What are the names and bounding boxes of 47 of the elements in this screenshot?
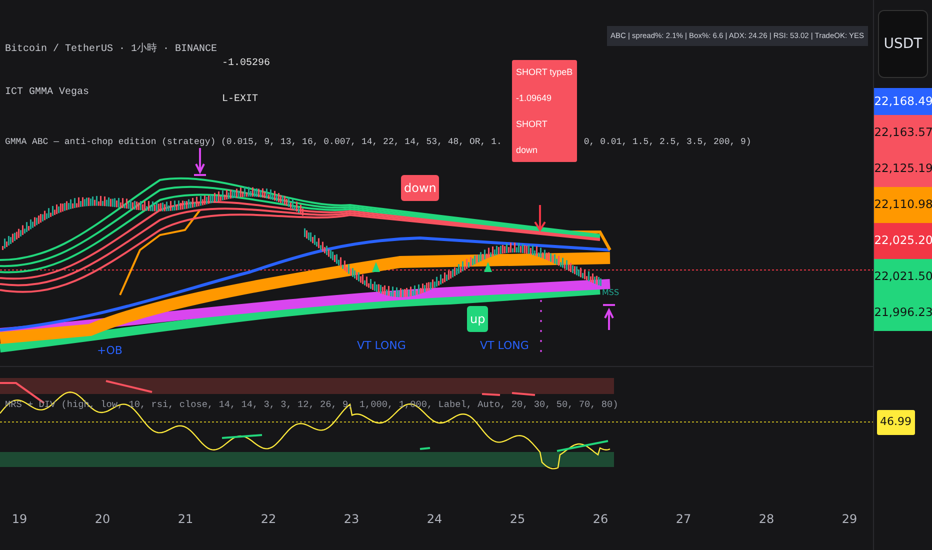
divergence-line (512, 392, 536, 396)
date-label: 23 (342, 511, 360, 528)
price-label: 22,021.50 (874, 259, 932, 295)
chart-label: -1.05296 (222, 57, 270, 71)
currency-button[interactable]: USDT (878, 10, 928, 78)
divergence-line (222, 434, 262, 439)
legend-text: GMMA ABC — anti-chop edition (strategy) (0.015, 9, 13, 16, 0.007, 14, 22, 14, 53, 48, OR, 1. (5, 136, 502, 149)
date-label: 21 (176, 511, 194, 528)
price-label: 22,125.19 (874, 151, 932, 187)
arrow-icon (602, 304, 616, 331)
price-label: 22,110.98 (874, 187, 932, 223)
date-label: 26 (592, 511, 610, 528)
triangle-marker (484, 262, 492, 272)
date-label: 19 (10, 511, 28, 528)
date-label: 27 (674, 511, 692, 528)
date-label: 28 (758, 511, 776, 528)
divergence-line (420, 447, 430, 450)
arrow-icon (534, 204, 546, 232)
triangle-marker (372, 262, 380, 272)
signal-bubble: up (467, 306, 488, 332)
date-label: 22 (260, 511, 278, 528)
signal-text: down (516, 144, 539, 156)
signal-bubble: down (401, 175, 440, 201)
arrow-icon (193, 147, 207, 176)
divergence-line (106, 380, 152, 393)
chart-label: +OB (97, 343, 122, 359)
price-label: 21,996.23 (874, 295, 932, 331)
price-label: 22,025.20 (874, 223, 932, 259)
chart-label: L-EXIT (222, 93, 258, 107)
signal-text: -1.09649 (516, 92, 553, 104)
chart-label: VT LONG (480, 338, 529, 354)
chart-label: VT LONG (357, 338, 406, 354)
signal-text: SHORT typeB (516, 66, 573, 78)
legend-text: 0, 0.01, 1.5, 2.5, 3.5, 200, 9) (584, 136, 752, 149)
legend-text: Bitcoin / TetherUS · 1小時 · BINANCE (5, 43, 218, 57)
price-label: 22,168.49 (874, 88, 932, 115)
signal-text: SHORT (516, 118, 548, 130)
value-label: 46.99 (877, 410, 914, 434)
legend-text: ICT GMMA Vegas (5, 86, 90, 100)
date-label: 24 (426, 511, 444, 528)
divergence-line (482, 393, 500, 396)
divergence-line (556, 440, 608, 452)
price-label: 22,163.57 (874, 115, 932, 151)
date-label: 25 (508, 511, 526, 528)
date-label: 20 (94, 511, 112, 528)
chart-label: MSS (602, 287, 620, 299)
date-label: 29 (840, 511, 858, 528)
